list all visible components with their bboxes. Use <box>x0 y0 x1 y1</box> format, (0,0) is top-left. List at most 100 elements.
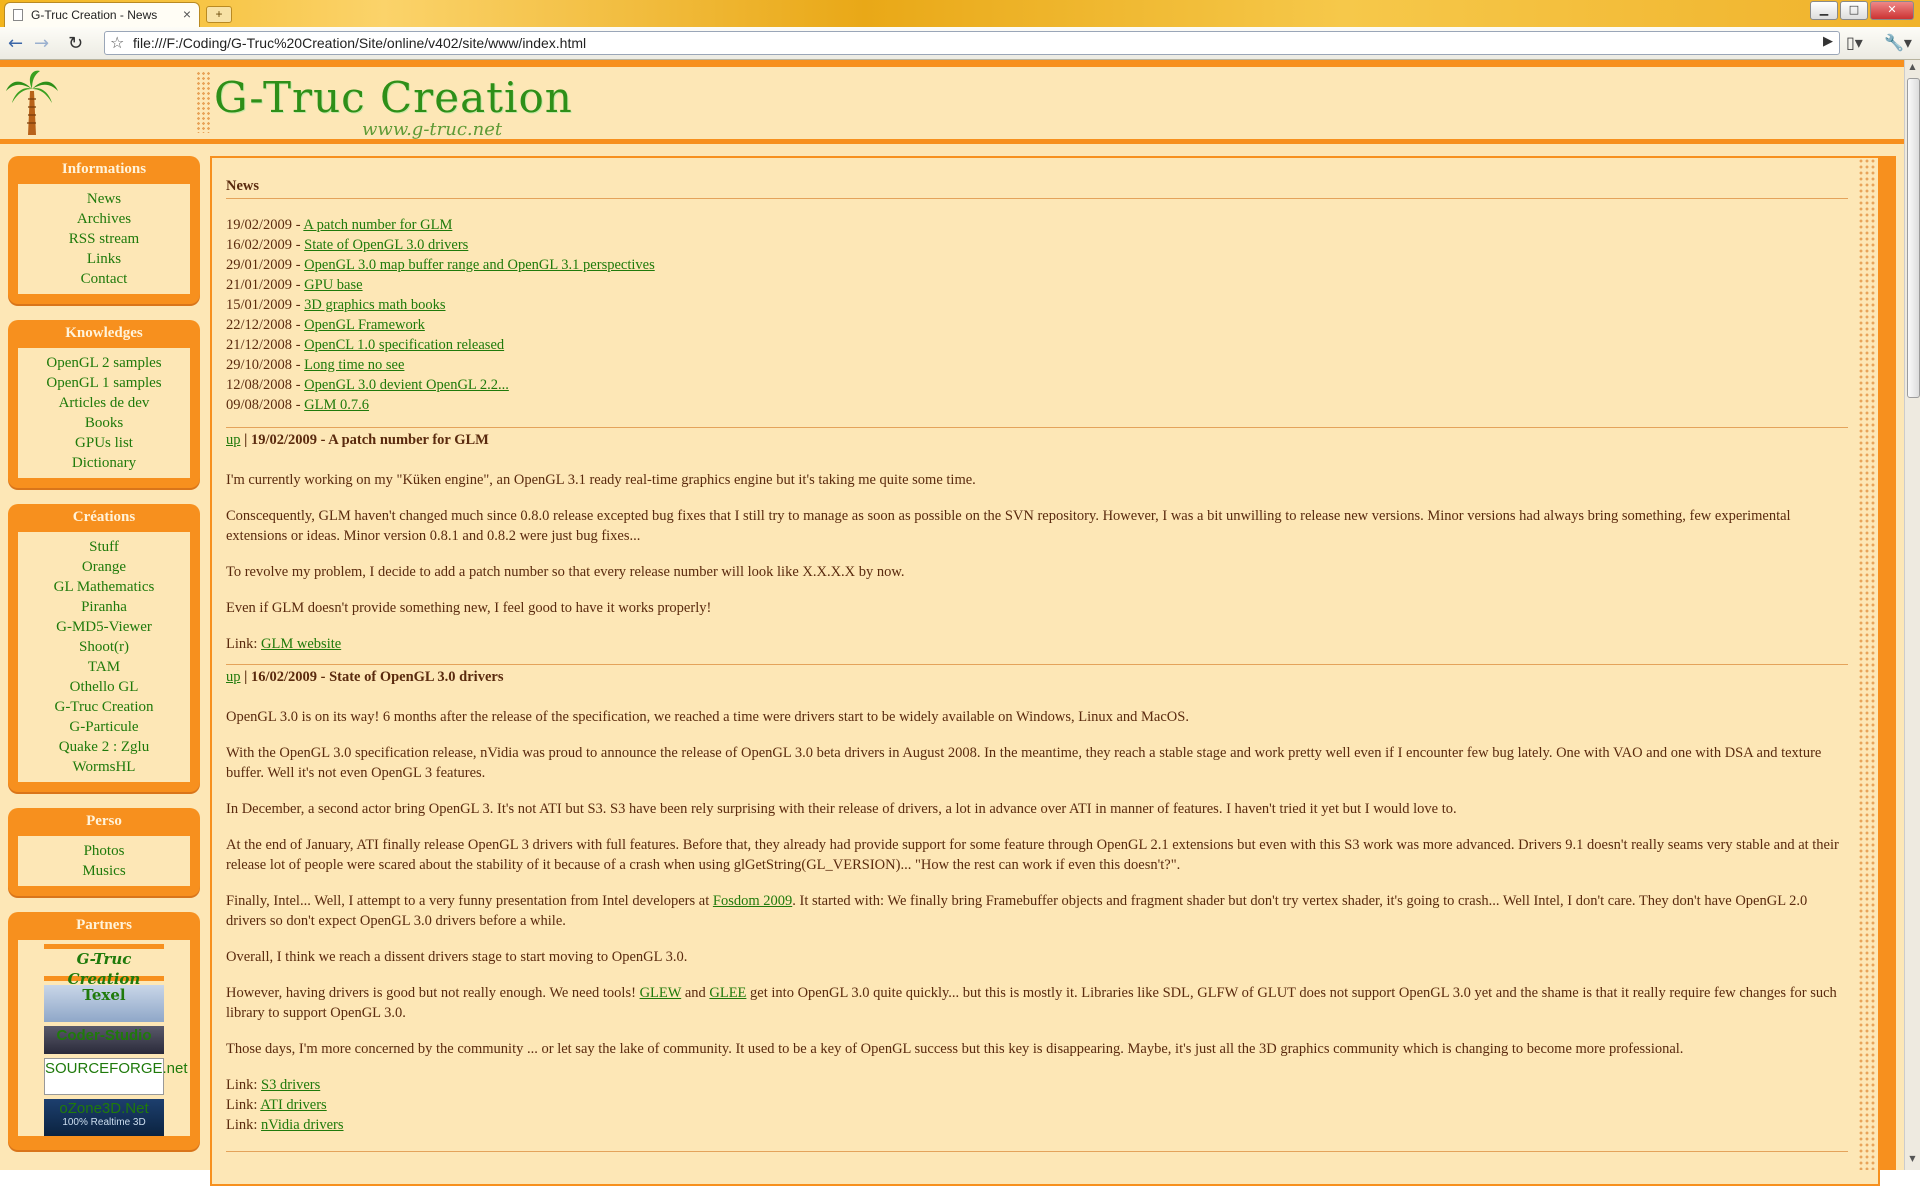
site-logo[interactable]: G-Truc Creation <box>214 73 573 122</box>
right-border <box>1880 156 1896 1170</box>
news-item: 16/02/2009 - State of OpenGL 3.0 drivers <box>226 237 469 253</box>
divider <box>226 198 1848 199</box>
address-bar[interactable]: ☆ ▶ <box>104 31 1840 55</box>
divider <box>226 427 1848 428</box>
nav-archives[interactable]: Archives <box>18 209 190 229</box>
nav-creation[interactable]: G-Particule <box>18 717 190 737</box>
wrench-menu-icon[interactable]: 🔧▾ <box>1884 33 1912 52</box>
post-paragraph: At the end of January, ATI finally relea… <box>226 837 1839 873</box>
up-link[interactable]: up <box>226 432 241 448</box>
news-item: 29/01/2009 - OpenGL 3.0 map buffer range… <box>226 257 655 273</box>
news-link[interactable]: OpenGL 3.0 devient OpenGL 2.2... <box>304 377 509 393</box>
nav-creation[interactable]: Othello GL <box>18 677 190 697</box>
s3-drivers-link[interactable]: S3 drivers <box>261 1077 320 1093</box>
minimize-button[interactable]: ▁ <box>1810 1 1838 20</box>
browser-tab[interactable]: G-Truc Creation - News × <box>4 2 200 27</box>
glew-link[interactable]: GLEW <box>640 985 682 1001</box>
ati-drivers-link[interactable]: ATI drivers <box>260 1097 326 1113</box>
post-paragraph: With the OpenGL 3.0 specification releas… <box>226 745 1822 781</box>
page-menu-icon[interactable]: ▯▾ <box>1846 33 1863 52</box>
news-link[interactable]: OpenCL 1.0 specification released <box>304 337 504 353</box>
nav-creation[interactable]: WormsHL <box>18 757 190 777</box>
news-link[interactable]: OpenGL 3.0 map buffer range and OpenGL 3… <box>304 257 655 273</box>
site-header: G-Truc Creation www.g-truc.net <box>0 67 1904 144</box>
scroll-up-icon[interactable]: ▲ <box>1905 62 1920 76</box>
box-title: Créations <box>72 509 136 525</box>
nav-books[interactable]: Books <box>18 413 190 433</box>
news-date: 21/01/2009 <box>226 277 293 293</box>
nav-creation[interactable]: Shoot(r) <box>18 637 190 657</box>
nav-creation[interactable]: G-MD5-Viewer <box>18 617 190 637</box>
nav-articles[interactable]: Articles de dev <box>18 393 190 413</box>
close-tab-icon[interactable]: × <box>183 6 191 22</box>
url-input[interactable] <box>133 34 1793 52</box>
partner-gtruc-banner[interactable]: G-Truc Creation <box>44 944 164 988</box>
nav-creation[interactable]: Quake 2 : Zglu <box>18 737 190 757</box>
post-paragraph: OpenGL 3.0 is on its way! 6 months after… <box>226 709 1189 725</box>
box-title: Knowledges <box>65 325 143 341</box>
dotted-divider <box>196 71 210 133</box>
nav-photos[interactable]: Photos <box>18 841 190 861</box>
news-link[interactable]: State of OpenGL 3.0 drivers <box>304 237 468 253</box>
nav-creation[interactable]: Orange <box>18 557 190 577</box>
news-link[interactable]: A patch number for GLM <box>303 217 452 233</box>
news-link[interactable]: Long time no see <box>304 357 404 373</box>
nav-opengl2-samples[interactable]: OpenGL 2 samples <box>18 353 190 373</box>
news-date: 21/12/2008 <box>226 337 293 353</box>
divider <box>226 664 1848 665</box>
nav-musics[interactable]: Musics <box>18 861 190 881</box>
post-paragraph: To revolve my problem, I decide to add a… <box>226 564 905 580</box>
browser-toolbar: ← → ↻ ☆ ▶ ▯▾ 🔧▾ <box>0 27 1920 60</box>
news-link[interactable]: 3D graphics math books <box>304 297 445 313</box>
nav-creation[interactable]: Piranha <box>18 597 190 617</box>
new-tab-button[interactable]: + <box>206 6 232 23</box>
nav-creation[interactable]: G-Truc Creation <box>18 697 190 717</box>
informations-box: Informations News Archives RSS stream Li… <box>8 156 200 304</box>
partner-coder-studio-banner[interactable]: Coder-Studio <box>44 1026 164 1054</box>
close-window-button[interactable]: ✕ <box>1870 1 1914 20</box>
fosdom-link[interactable]: Fosdom 2009 <box>713 893 792 909</box>
vertical-scrollbar[interactable]: ▲ ▼ <box>1904 60 1920 1170</box>
nvidia-drivers-link[interactable]: nVidia drivers <box>261 1117 343 1133</box>
nav-creation[interactable]: Stuff <box>18 537 190 557</box>
box-title: Informations <box>61 161 147 177</box>
glm-website-link[interactable]: GLM website <box>261 636 341 652</box>
nav-creation[interactable]: TAM <box>18 657 190 677</box>
back-arrow-icon[interactable]: ← <box>8 33 23 54</box>
glee-link[interactable]: GLEE <box>709 985 746 1001</box>
nav-opengl1-samples[interactable]: OpenGL 1 samples <box>18 373 190 393</box>
news-item: 21/01/2009 - GPU base <box>226 277 363 293</box>
news-link[interactable]: GLM 0.7.6 <box>304 397 369 413</box>
nav-rss[interactable]: RSS stream <box>18 229 190 249</box>
news-link[interactable]: OpenGL Framework <box>304 317 425 333</box>
title-bar: G-Truc Creation - News × + ▁ □ ✕ <box>0 0 1920 27</box>
news-date: 29/01/2009 <box>226 257 293 273</box>
go-icon[interactable]: ▶ <box>1823 34 1833 49</box>
news-item: 19/02/2009 - A patch number for GLM <box>226 217 453 233</box>
post-link-line: Link: GLM website <box>226 636 342 652</box>
nav-links[interactable]: Links <box>18 249 190 269</box>
up-link[interactable]: up <box>226 669 241 685</box>
nav-news[interactable]: News <box>18 189 190 209</box>
nav-dictionary[interactable]: Dictionary <box>18 453 190 473</box>
partner-ozone3d-banner[interactable]: oZone3D.Net 100% Realtime 3D <box>44 1099 164 1136</box>
forward-arrow-icon[interactable]: → <box>34 33 49 54</box>
reload-icon[interactable]: ↻ <box>68 33 83 54</box>
news-item: 15/01/2009 - 3D graphics math books <box>226 297 446 313</box>
box-title: Perso <box>86 813 122 829</box>
bookmark-star-icon[interactable]: ☆ <box>110 33 124 52</box>
perso-box: Perso Photos Musics <box>8 808 200 896</box>
post-paragraph: Overall, I think we reach a dissent driv… <box>226 949 688 965</box>
nav-gpus-list[interactable]: GPUs list <box>18 433 190 453</box>
scroll-down-icon[interactable]: ▼ <box>1905 1154 1920 1168</box>
post-title: | 16/02/2009 - State of OpenGL 3.0 drive… <box>240 669 504 685</box>
scrollbar-thumb[interactable] <box>1907 78 1920 398</box>
news-link[interactable]: GPU base <box>304 277 362 293</box>
nav-creation[interactable]: GL Mathematics <box>18 577 190 597</box>
partner-sourceforge-banner[interactable]: SOURCEFORGE.net <box>44 1058 188 1095</box>
maximize-button[interactable]: □ <box>1840 1 1868 20</box>
nav-contact[interactable]: Contact <box>18 269 190 289</box>
partner-texel-banner[interactable]: Texel <box>44 985 164 1022</box>
news-date: 09/08/2008 <box>226 397 293 413</box>
main-content: News 19/02/2009 - A patch number for GLM… <box>210 156 1880 1186</box>
